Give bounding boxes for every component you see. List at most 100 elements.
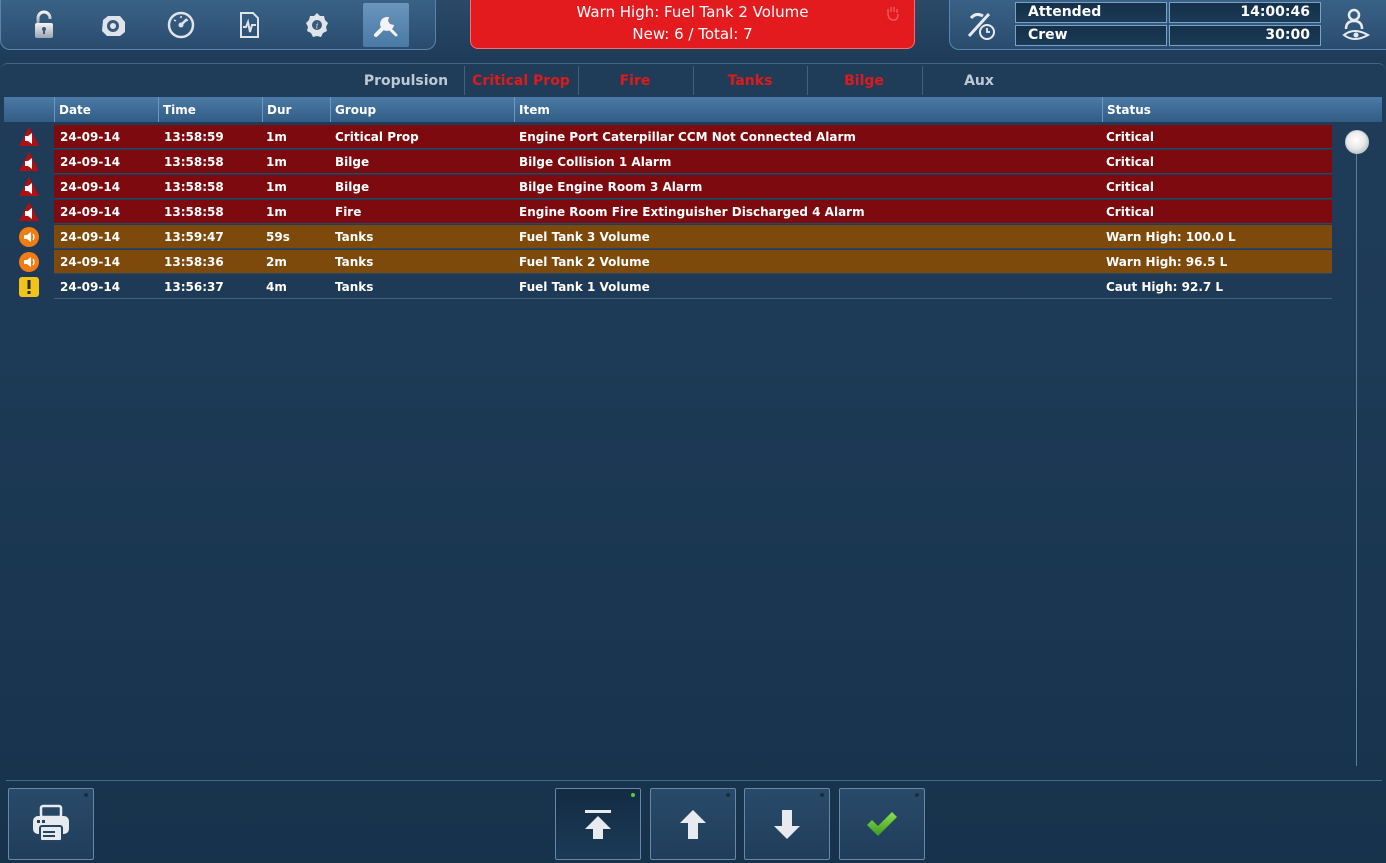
cell-item: Bilge Collision 1 Alarm: [519, 155, 672, 169]
scrollbar-track[interactable]: [1356, 152, 1357, 766]
cell-dur: 2m: [266, 255, 287, 269]
nav-trends-button[interactable]: [226, 3, 272, 47]
cell-date: 24-09-14: [60, 180, 121, 194]
cell-item: Bilge Engine Room 3 Alarm: [519, 180, 703, 194]
tab-fire[interactable]: Fire: [578, 64, 692, 95]
table-row[interactable]: 24-09-14 13:59:47 59s Tanks Fuel Tank 3 Volu…: [54, 225, 1332, 249]
column-dur[interactable]: Dur: [262, 97, 330, 122]
crew-timer-icon: [967, 12, 995, 40]
caution-alarm-icon: [18, 276, 40, 298]
table-row[interactable]: 24-09-14 13:58:59 1m Critical Prop Engine Po…: [54, 125, 1332, 149]
column-group[interactable]: Group: [330, 97, 514, 122]
settings-info-icon: i: [306, 13, 328, 37]
cell-date: 24-09-14: [60, 155, 121, 169]
cell-time: 13:58:58: [164, 205, 224, 219]
cell-group: Critical Prop: [335, 130, 419, 144]
critical-alarm-icon: [18, 201, 40, 223]
alarm-banner[interactable]: Warn High: Fuel Tank 2 Volume New: 6 / T…: [470, 0, 915, 49]
critical-alarm-icon: [18, 151, 40, 173]
cell-dur: 1m: [266, 180, 287, 194]
table-row[interactable]: 24-09-14 13:58:58 1m Fire Engine Room Fire E…: [54, 200, 1332, 224]
mute-hand-icon: [887, 7, 899, 21]
cell-item: Fuel Tank 3 Volume: [519, 230, 650, 244]
nav-gauges-button[interactable]: [158, 3, 204, 47]
scroll-up-button[interactable]: [650, 788, 736, 860]
table-row[interactable]: 24-09-14 13:56:37 4m Tanks Fuel Tank 1 Volum…: [54, 275, 1332, 299]
cell-group: Tanks: [335, 280, 374, 294]
cell-status: Critical: [1106, 205, 1155, 219]
acknowledge-led: [915, 793, 919, 797]
scroll-down-led: [820, 793, 824, 797]
scroll-up-led: [726, 793, 730, 797]
nav-tools-button[interactable]: [363, 3, 409, 47]
tab-bilge[interactable]: Bilge: [807, 64, 921, 95]
warning-alarm-icon: [18, 251, 40, 273]
cell-time: 13:56:37: [164, 280, 224, 294]
watchkeeper-button[interactable]: [1334, 6, 1378, 44]
cell-dur: 1m: [266, 155, 287, 169]
cell-time: 13:58:58: [164, 155, 224, 169]
tab-aux[interactable]: Aux: [922, 64, 1036, 95]
nav-settings-button[interactable]: i: [294, 3, 340, 47]
cell-time: 13:59:47: [164, 230, 224, 244]
table-row[interactable]: 24-09-14 13:58:58 1m Bilge Bilge Collision 1…: [54, 150, 1332, 174]
cell-status: Critical: [1106, 180, 1155, 194]
printer-icon: [33, 804, 69, 842]
tab-propulsion[interactable]: Propulsion: [349, 64, 463, 95]
table-row[interactable]: 24-09-14 13:58:36 2m Tanks Fuel Tank 2 Volum…: [54, 250, 1332, 274]
arrow-down-icon: [774, 810, 800, 839]
cell-date: 24-09-14: [60, 280, 121, 294]
cell-time: 13:58:59: [164, 130, 224, 144]
cell-group: Tanks: [335, 230, 374, 244]
crew-time: 30:00: [1169, 25, 1321, 46]
footer-divider: [6, 780, 1382, 781]
checkmark-icon: [867, 812, 897, 836]
print-button[interactable]: [8, 788, 94, 860]
scrollbar-thumb[interactable]: [1345, 130, 1369, 154]
cell-time: 13:58:36: [164, 255, 224, 269]
tab-tanks[interactable]: Tanks: [693, 64, 807, 95]
cell-date: 24-09-14: [60, 230, 121, 244]
watch-timer-button[interactable]: [960, 6, 1000, 44]
engine-icon: [102, 16, 125, 36]
acknowledge-button[interactable]: [839, 788, 925, 860]
scroll-to-top-button[interactable]: [555, 788, 641, 860]
cell-status: Warn High: 100.0 L: [1106, 230, 1236, 244]
print-led: [84, 793, 88, 797]
column-date[interactable]: Date: [54, 97, 158, 122]
scroll-down-button[interactable]: [744, 788, 830, 860]
nav-engine-button[interactable]: [90, 3, 136, 47]
table-row[interactable]: 24-09-14 13:58:58 1m Bilge Bilge Engine Room…: [54, 175, 1332, 199]
cell-status: Caut High: 92.7 L: [1106, 280, 1224, 294]
cell-status: Critical: [1106, 130, 1155, 144]
tab-critical-prop[interactable]: Critical Prop: [464, 64, 578, 95]
wrench-icon: [374, 17, 398, 37]
cell-dur: 1m: [266, 130, 287, 144]
cell-date: 24-09-14: [60, 130, 121, 144]
cell-item: Fuel Tank 1 Volume: [519, 280, 650, 294]
nav-lock-button[interactable]: [21, 3, 67, 47]
trend-document-icon: [240, 12, 259, 38]
column-item[interactable]: Item: [514, 97, 1102, 122]
column-time[interactable]: Time: [158, 97, 262, 122]
crew-label: Crew: [1015, 25, 1167, 46]
warning-alarm-icon: [18, 226, 40, 248]
arrow-to-top-icon: [585, 810, 611, 839]
cell-dur: 1m: [266, 205, 287, 219]
attended-time: 14:00:46: [1169, 2, 1321, 23]
cell-item: Engine Room Fire Extinguisher Discharged…: [519, 205, 865, 219]
unlock-icon: [35, 10, 53, 38]
arrow-up-icon: [680, 810, 706, 839]
svg-text:i: i: [316, 22, 319, 31]
alarm-table-header: Date Time Dur Group Item Status: [4, 97, 1382, 122]
watchkeeper-icon: [1342, 8, 1371, 40]
cell-group: Bilge: [335, 180, 370, 194]
cell-dur: 59s: [266, 230, 290, 244]
column-status[interactable]: Status: [1102, 97, 1382, 122]
banner-alarm-text: Warn High: Fuel Tank 2 Volume: [576, 3, 809, 21]
cell-item: Fuel Tank 2 Volume: [519, 255, 650, 269]
cell-status: Critical: [1106, 155, 1155, 169]
main-nav: i: [0, 0, 436, 50]
gauge-icon: [167, 11, 195, 39]
cell-date: 24-09-14: [60, 255, 121, 269]
